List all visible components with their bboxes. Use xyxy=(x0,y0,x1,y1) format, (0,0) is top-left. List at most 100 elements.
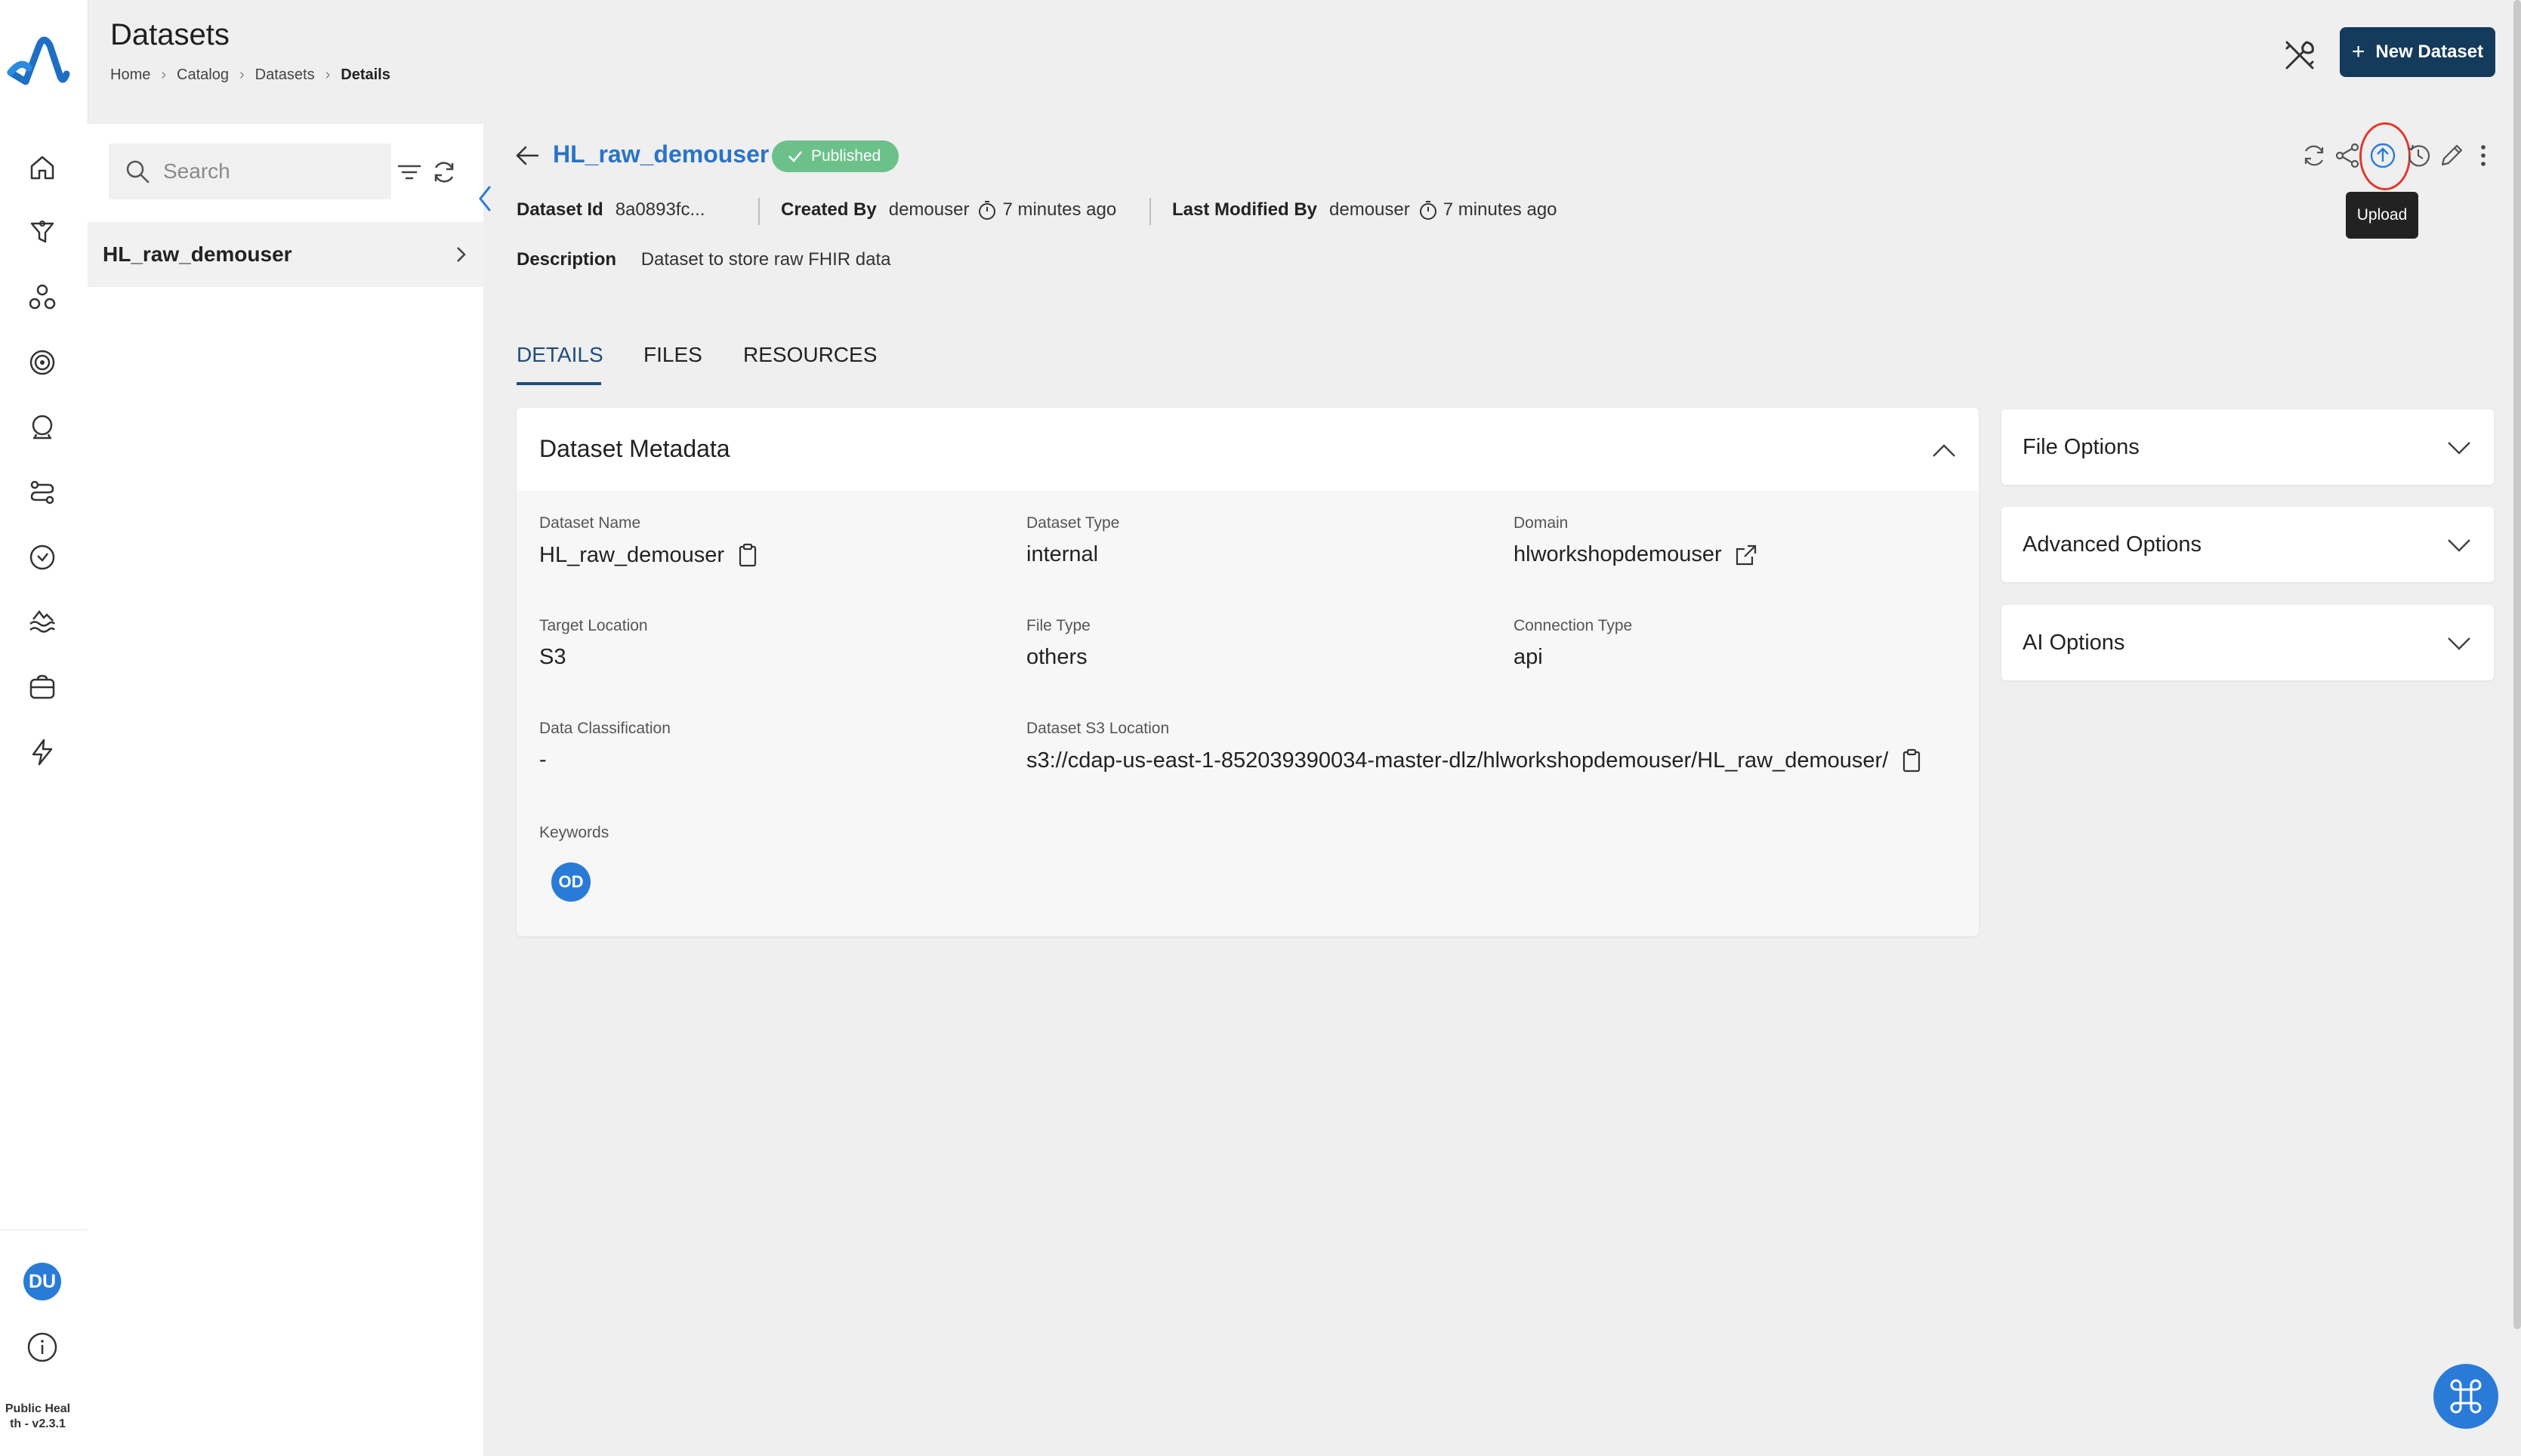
tab-files[interactable]: FILES xyxy=(643,343,702,367)
accordion-label: Advanced Options xyxy=(2023,532,2202,557)
funnel-icon[interactable] xyxy=(26,216,59,249)
breadcrumb-details: Details xyxy=(341,66,390,83)
modified-by-label: Last Modified By xyxy=(1172,199,1318,220)
version-label: Public Heal th - v2.3.1 xyxy=(0,1402,76,1432)
breadcrumb: Home › Catalog › Datasets › Details xyxy=(110,66,390,84)
list-item[interactable]: HL_raw_demouser xyxy=(88,222,483,287)
accordion-ai-options[interactable]: AI Options xyxy=(2001,605,2494,680)
new-dataset-button[interactable]: + New Dataset xyxy=(2340,27,2495,77)
chevron-down-icon xyxy=(2448,442,2470,455)
collapse-panel-icon[interactable] xyxy=(473,180,495,217)
status-text: Published xyxy=(811,147,881,165)
crystal-ball-icon[interactable] xyxy=(26,411,59,444)
meta-divider xyxy=(758,198,760,225)
created-time: 7 minutes ago xyxy=(1002,199,1117,220)
storage-icon[interactable] xyxy=(26,671,59,704)
s3-location-value: s3://cdap-us-east-1-852039390034-master-… xyxy=(1026,748,1923,773)
sync-icon[interactable] xyxy=(2299,140,2329,171)
description-value: Dataset to store raw FHIR data xyxy=(640,249,891,270)
search-icon xyxy=(126,160,150,184)
share-icon[interactable] xyxy=(2332,140,2362,171)
chevron-right-icon: › xyxy=(239,66,245,83)
search-placeholder: Search xyxy=(163,159,230,183)
page-title: Datasets xyxy=(110,18,230,51)
metadata-card-header[interactable] xyxy=(517,408,1979,491)
accordion-file-options[interactable]: File Options xyxy=(2001,409,2494,485)
external-link-icon[interactable] xyxy=(1734,543,1758,567)
connection-type-value: api xyxy=(1514,645,1543,669)
lake-icon[interactable] xyxy=(26,606,59,639)
refresh-icon[interactable] xyxy=(429,157,459,187)
clipboard-icon[interactable] xyxy=(1900,748,1923,773)
check-icon xyxy=(788,151,802,162)
chevron-down-icon xyxy=(2448,637,2470,650)
rail-divider xyxy=(0,1229,88,1230)
plus-icon: + xyxy=(2351,39,2365,64)
version-line-2: th - v2.3.1 xyxy=(10,1417,66,1430)
target-icon[interactable] xyxy=(26,346,59,379)
page-scrollbar[interactable] xyxy=(2513,0,2521,1329)
field-label: File Type xyxy=(1026,617,1091,634)
dataset-name-text: HL_raw_demouser xyxy=(539,542,725,567)
tab-details[interactable]: DETAILS xyxy=(517,343,603,367)
more-vertical-icon[interactable] xyxy=(2468,140,2498,171)
dataset-list-panel xyxy=(88,124,483,1456)
clipboard-icon[interactable] xyxy=(736,542,759,568)
field-label: Domain xyxy=(1514,514,1569,532)
file-type-value: others xyxy=(1026,645,1088,669)
tools-icon[interactable] xyxy=(2281,36,2319,74)
dataset-name-link[interactable]: HL_raw_demouser xyxy=(553,140,769,168)
info-icon[interactable] xyxy=(26,1331,59,1364)
accordion-label: AI Options xyxy=(2023,630,2125,655)
s3-location-text: s3://cdap-us-east-1-852039390034-master-… xyxy=(1026,748,1889,773)
accordion-label: File Options xyxy=(2023,434,2140,459)
tab-resources[interactable]: RESOURCES xyxy=(743,343,877,367)
edit-icon[interactable] xyxy=(2436,140,2467,171)
breadcrumb-datasets[interactable]: Datasets xyxy=(255,66,315,84)
chevron-right-icon: › xyxy=(325,66,331,83)
field-label: Dataset Name xyxy=(539,514,641,532)
timer-icon xyxy=(979,201,996,220)
active-tab-indicator xyxy=(517,382,601,385)
keyword-chip[interactable]: OD xyxy=(551,862,591,902)
last-modified-by: Last Modified By demouser 7 minutes ago xyxy=(1172,199,1557,221)
field-label: Target Location xyxy=(539,617,648,634)
left-rail: DU Public Heal th - v2.3.1 xyxy=(0,0,88,1456)
breadcrumb-home[interactable]: Home xyxy=(110,66,150,84)
pipeline-icon[interactable] xyxy=(26,476,59,509)
back-arrow-icon[interactable] xyxy=(512,140,542,171)
description: Description Dataset to store raw FHIR da… xyxy=(517,249,891,270)
modified-by-value: demouser xyxy=(1329,199,1410,220)
dataset-name-value: HL_raw_demouser xyxy=(539,542,759,568)
new-dataset-label: New Dataset xyxy=(2375,42,2484,62)
domain-text: hlworkshopdemouser xyxy=(1514,542,1722,566)
dataset-id-label: Dataset Id xyxy=(517,199,603,220)
command-button[interactable] xyxy=(2433,1364,2498,1429)
clock-icon[interactable] xyxy=(26,541,59,574)
chevron-right-icon: › xyxy=(161,66,167,83)
metadata-card-title: Dataset Metadata xyxy=(539,435,730,462)
field-label: Dataset S3 Location xyxy=(1026,720,1170,737)
field-label: Dataset Type xyxy=(1026,514,1120,532)
created-by-label: Created By xyxy=(781,199,877,220)
avatar[interactable]: DU xyxy=(23,1263,61,1300)
chevron-right-icon xyxy=(457,247,466,262)
bolt-icon[interactable] xyxy=(26,736,59,769)
group-icon[interactable] xyxy=(26,281,59,314)
field-label: Keywords xyxy=(539,824,609,841)
dataset-id-value: 8a0893fc... xyxy=(615,199,705,220)
domain-value[interactable]: hlworkshopdemouser xyxy=(1514,542,1758,567)
list-item-label: HL_raw_demouser xyxy=(103,242,292,266)
breadcrumb-catalog[interactable]: Catalog xyxy=(177,66,229,84)
history-icon[interactable] xyxy=(2403,140,2433,171)
created-by: Created By demouser 7 minutes ago xyxy=(781,199,1116,221)
app-logo[interactable] xyxy=(6,29,71,86)
filter-icon[interactable] xyxy=(394,157,424,187)
home-icon[interactable] xyxy=(26,151,59,184)
search-input[interactable]: Search xyxy=(109,143,391,199)
meta-divider xyxy=(1149,198,1151,225)
timer-icon xyxy=(1419,201,1436,220)
accordion-advanced-options[interactable]: Advanced Options xyxy=(2001,507,2494,582)
chevron-up-icon[interactable] xyxy=(1929,436,1959,467)
data-classification-value: - xyxy=(539,748,547,772)
